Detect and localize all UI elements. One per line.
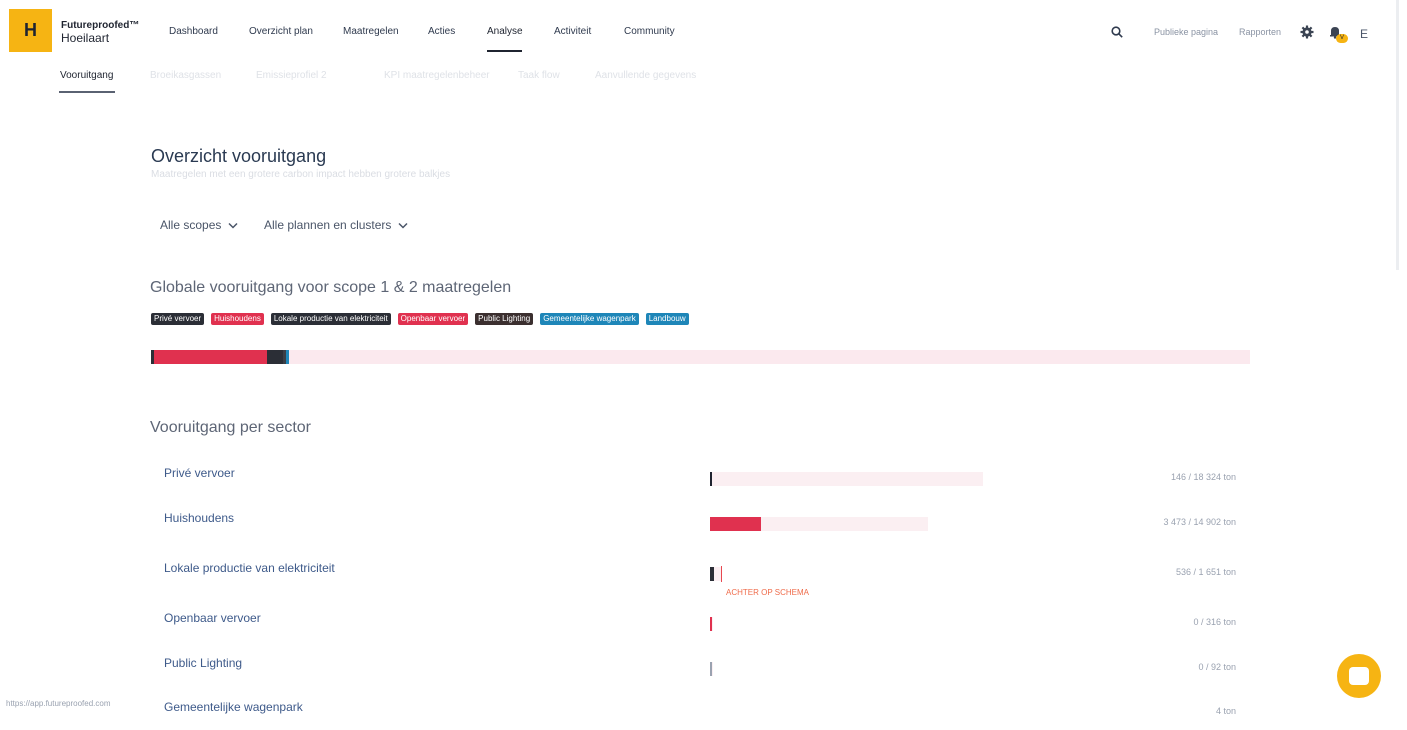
page-title: Overzicht vooruitgang [151,146,327,166]
plans-dropdown[interactable]: Alle plannen en clusters [264,218,408,232]
sector-name[interactable]: Gemeentelijke wagenpark [164,700,303,714]
scrollbar[interactable] [1396,0,1399,270]
nav-maatregelen[interactable]: Maatregelen [343,26,399,37]
sector-progress-title: Vooruitgang per sector [150,419,311,436]
sector-progress-fill [710,472,712,486]
chat-icon [1349,667,1369,685]
sector-value: 0 / 316 ton [1193,617,1236,627]
sector-progress-fill [710,662,712,676]
sector-progress-fill [710,517,761,531]
legend-tag[interactable]: Privé vervoer [151,313,205,325]
top-navigation-bar: H Futureproofed™ Hoeilaart Dashboard Ove… [0,0,1407,64]
global-progress-title: Globale vooruitgang voor scope 1 & 2 maa… [150,279,512,296]
sector-row[interactable]: Huishoudens 3 473 / 14 902 ton [0,511,1407,541]
tab-taak-flow[interactable]: Taak flow [518,70,560,81]
reports-link[interactable]: Rapporten [1239,27,1281,37]
sector-row[interactable]: Openbaar vervoer 0 / 316 ton [0,611,1407,641]
status-bar-url: https://app.futureproofed.com [6,699,111,708]
subnav-active-indicator [59,91,115,93]
nav-activiteit[interactable]: Activiteit [554,26,591,37]
sector-progress-track [710,662,713,676]
schedule-marker [721,566,722,582]
global-progress-bar [151,350,1250,364]
sector-progress-fill [710,617,712,631]
sector-value: 4 ton [1215,706,1236,716]
search-icon[interactable] [1111,26,1123,38]
page-subtitle: Maatregelen met een grotere carbon impac… [151,169,451,180]
chat-button[interactable] [1337,654,1381,698]
chevron-down-icon [398,222,408,229]
tab-kpi-maatregelenbeheer[interactable]: KPI maatregelenbeheer [384,70,490,81]
sector-row[interactable]: Gemeentelijke wagenpark 4 ton [0,700,1407,730]
legend-tag[interactable]: Openbaar vervoer [397,313,469,325]
organization-name: Hoeilaart [61,31,110,45]
nav-community[interactable]: Community [624,26,675,37]
tab-broeikasgassen[interactable]: Broeikasgassen [150,70,221,81]
notification-badge: V [1336,34,1348,43]
sector-name[interactable]: Lokale productie van elektriciteit [164,561,335,575]
sector-value: 0 / 92 ton [1198,662,1236,672]
tab-aanvullende-gegevens[interactable]: Aanvullende gegevens [595,70,696,81]
sector-progress-fill [710,567,714,581]
sector-name[interactable]: Huishoudens [164,511,234,525]
tab-emissieprofiel[interactable]: Emissieprofiel 2 [256,70,327,81]
nav-analyse[interactable]: Analyse [487,26,523,37]
sector-status-label: ACHTER OP SCHEMA [726,588,809,597]
sector-value: 3 473 / 14 902 ton [1163,517,1236,527]
legend-tag[interactable]: Landbouw [645,313,689,325]
sector-progress-track [710,472,983,486]
gear-icon[interactable] [1300,25,1314,39]
nav-active-indicator [487,50,522,52]
sector-row[interactable]: Lokale productie van elektriciteit ACHTER… [0,561,1407,597]
public-page-link[interactable]: Publieke pagina [1154,27,1218,37]
sector-progress-track [710,567,721,581]
nav-acties[interactable]: Acties [428,26,455,37]
sector-row[interactable]: Privé vervoer 146 / 18 324 ton [0,466,1407,496]
sector-name[interactable]: Privé vervoer [164,466,235,480]
user-avatar[interactable]: E [1360,27,1368,41]
legend-tag[interactable]: Huishoudens [211,313,264,325]
chevron-down-icon [228,222,238,229]
global-progress-segment [154,350,267,364]
legend-tag[interactable]: Gemeentelijke wagenpark [540,313,639,325]
sector-value: 146 / 18 324 ton [1170,472,1236,482]
sector-legend: Privé vervoer Huishoudens Lokale productie… [151,313,689,325]
app-logo[interactable]: H [9,9,52,52]
nav-dashboard[interactable]: Dashboard [169,26,218,37]
legend-tag[interactable]: Lokale productie van elektriciteit [270,313,391,325]
scopes-dropdown[interactable]: Alle scopes [160,218,238,232]
legend-tag[interactable]: Public Lighting [475,313,534,325]
nav-overzicht-plan[interactable]: Overzicht plan [249,26,313,37]
brand-name: Futureproofed™ [61,20,140,31]
sector-row[interactable]: Public Lighting 0 / 92 ton [0,656,1407,686]
plans-dropdown-label: Alle plannen en clusters [264,218,392,232]
sector-name[interactable]: Public Lighting [164,656,242,670]
sector-name[interactable]: Openbaar vervoer [164,611,261,625]
scopes-dropdown-label: Alle scopes [160,218,222,232]
sector-progress-track [710,517,928,531]
global-progress-segment [267,350,283,364]
tab-vooruitgang[interactable]: Vooruitgang [60,70,113,81]
global-progress-segment [286,350,289,364]
sector-progress-track [710,617,713,631]
sector-value: 536 / 1 651 ton [1175,567,1236,577]
